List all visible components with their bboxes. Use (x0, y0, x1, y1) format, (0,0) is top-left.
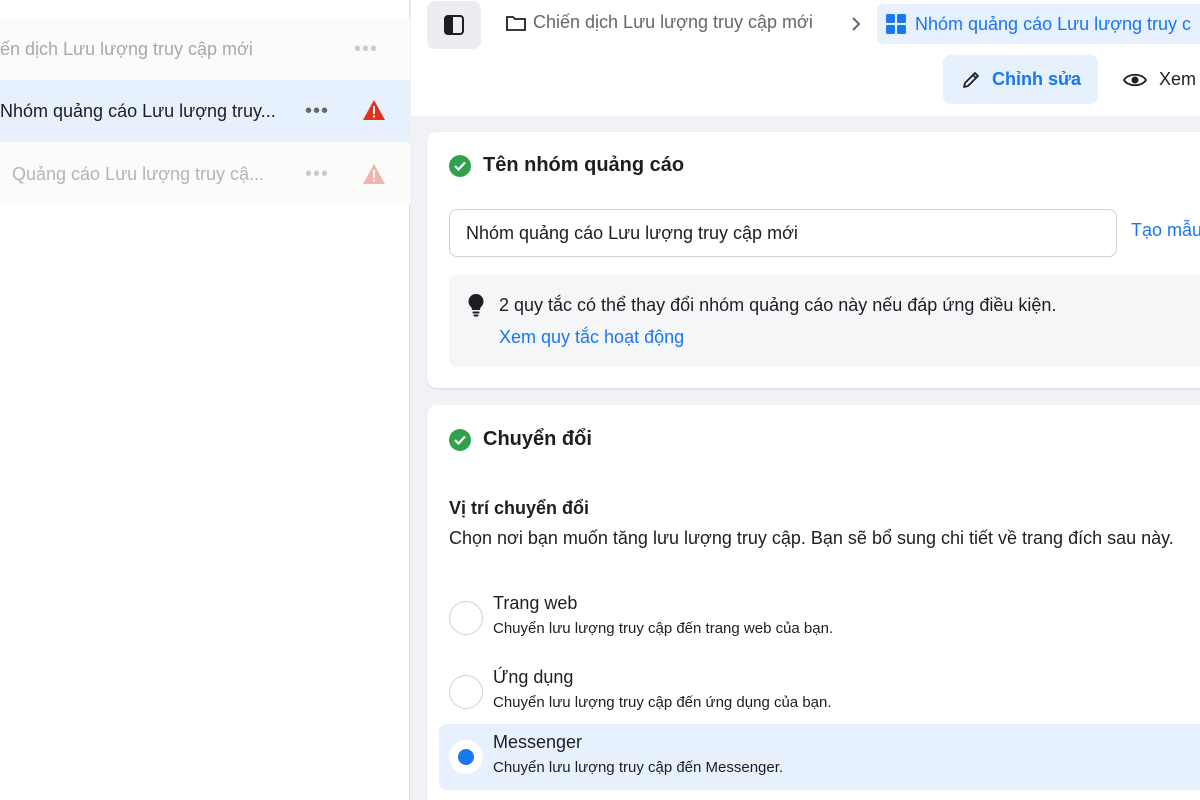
option-description: Chuyển lưu lượng truy cập đến trang web … (493, 620, 834, 637)
grid-icon (886, 14, 906, 34)
rules-notice-text: 2 quy tắc có thể thay đổi nhóm quảng cáo… (499, 295, 1057, 315)
warning-triangle-icon (363, 100, 385, 120)
chevron-right-icon (852, 17, 861, 31)
rules-notice: 2 quy tắc có thể thay đổi nhóm quảng cáo… (449, 275, 1200, 367)
option-description: Chuyển lưu lượng truy cập đến ứng dụng c… (493, 694, 832, 711)
option-title: Messenger (493, 732, 583, 752)
conversion-option-app[interactable]: Ứng dụng Chuyển lưu lượng truy cập đến ứ… (439, 659, 1200, 725)
conversion-location-description: Chọn nơi bạn muốn tăng lưu lượng truy cậ… (449, 528, 1174, 548)
sidebar-toggle-icon (444, 15, 464, 35)
warning-triangle-icon (363, 164, 385, 184)
adset-name-title-text: Tên nhóm quảng cáo (483, 154, 685, 176)
view-button-label: Xem (1159, 69, 1197, 89)
adset-more-icon[interactable]: ••• (305, 101, 329, 121)
ad-more-icon[interactable]: ••• (305, 164, 329, 184)
breadcrumb-adset[interactable]: Nhóm quảng cáo Lưu lượng truy c (877, 4, 1200, 44)
lightbulb-icon (468, 294, 484, 317)
tree-item-campaign[interactable]: ến dịch Lưu lượng truy cập mới ••• (0, 18, 410, 80)
tree-item-adset-label: Nhóm quảng cáo Lưu lượng truy... (0, 100, 276, 121)
website-radio[interactable] (449, 601, 483, 635)
tree-item-ad-label: Quảng cáo Lưu lượng truy cậ... (12, 163, 265, 184)
campaign-tree-panel: ến dịch Lưu lượng truy cập mới ••• Nhóm … (0, 0, 410, 800)
tree-item-adset[interactable]: Nhóm quảng cáo Lưu lượng truy... ••• (0, 80, 410, 142)
adset-name-title: Tên nhóm quảng cáo (449, 154, 684, 177)
conversion-title-text: Chuyển đổi (483, 428, 592, 450)
messenger-radio[interactable] (449, 740, 483, 774)
conversion-title: Chuyển đổi (449, 428, 592, 451)
option-description: Chuyển lưu lượng truy cập đến Messenger. (493, 759, 784, 776)
edit-button-label: Chỉnh sửa (991, 69, 1082, 89)
adset-name-card: Tên nhóm quảng cáo Tạo mẫu 2 quy tắc có … (427, 132, 1200, 388)
create-template-link[interactable]: Tạo mẫu (1131, 220, 1200, 241)
breadcrumb-adset-label: Nhóm quảng cáo Lưu lượng truy c (915, 13, 1192, 34)
campaign-more-icon[interactable]: ••• (354, 39, 378, 59)
option-title: Ứng dụng (493, 667, 574, 687)
editor-header: Chiến dịch Lưu lượng truy cập mới Nhóm q… (411, 0, 1200, 116)
tree-item-campaign-label: ến dịch Lưu lượng truy cập mới (0, 38, 253, 59)
breadcrumb-campaign-label: Chiến dịch Lưu lượng truy cập mới (533, 12, 813, 32)
app-radio[interactable] (449, 675, 483, 709)
conversion-card: Chuyển đổi Vị trí chuyển đổi Chọn nơi bạ… (427, 405, 1200, 800)
eye-icon (1123, 73, 1147, 86)
pencil-icon (963, 71, 979, 88)
conversion-location-label: Vị trí chuyển đổi (449, 498, 590, 518)
adset-name-input[interactable] (449, 209, 1117, 257)
tree-item-ad[interactable]: Quảng cáo Lưu lượng truy cậ... ••• (0, 143, 410, 205)
check-circle-icon (449, 154, 471, 177)
edit-button[interactable]: Chỉnh sửa (943, 55, 1098, 104)
folder-icon (506, 15, 526, 31)
view-button[interactable]: Xem (1123, 55, 1196, 104)
conversion-option-website[interactable]: Trang web Chuyển lưu lượng truy cập đến … (439, 585, 1200, 651)
conversion-option-messenger[interactable]: Messenger Chuyển lưu lượng truy cập đến … (439, 724, 1200, 790)
sidebar-toggle-button[interactable] (427, 1, 481, 49)
view-active-rules-link[interactable]: Xem quy tắc hoạt động (499, 327, 684, 348)
option-title: Trang web (493, 593, 578, 613)
breadcrumb-campaign[interactable]: Chiến dịch Lưu lượng truy cập mới (505, 12, 813, 33)
check-circle-icon (449, 428, 471, 451)
